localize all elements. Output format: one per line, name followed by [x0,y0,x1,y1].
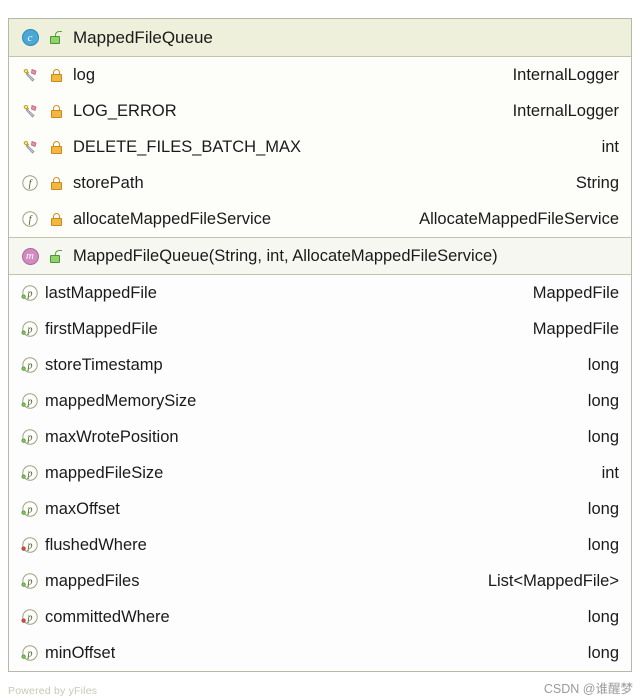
member-type: long [587,535,619,554]
lock-icon [45,212,67,226]
field-row-log-error[interactable]: LOG_ERROR InternalLogger [9,93,631,129]
member-type: List<MappedFile> [487,571,619,590]
method-badge-icon: m [19,247,41,265]
member-name: mappedMemorySize [45,391,197,410]
unlock-icon [45,249,67,263]
constructors-section: m MappedFileQueue(String, int, AllocateM… [9,238,631,275]
lock-icon [45,176,67,190]
field-icon: f [19,210,41,228]
member-type: String [575,173,619,192]
svg-text:p: p [27,433,33,444]
unlock-icon [45,31,67,44]
csdn-watermark: CSDN @谁醒梦 [543,682,633,696]
member-name: log [73,65,96,84]
member-name: storeTimestamp [45,355,163,374]
lock-icon [45,68,67,82]
property-icon: p [19,284,41,302]
lock-icon [45,104,67,118]
svg-text:p: p [27,649,33,660]
svg-text:p: p [27,289,33,300]
field-row-store-path[interactable]: f storePath String [9,165,631,201]
property-row-mapped-files[interactable]: p mappedFiles List<MappedFile> [9,563,631,599]
property-row-last-mapped-file[interactable]: p lastMappedFile MappedFile [9,275,631,311]
member-type: long [587,499,619,518]
field-row-log[interactable]: log InternalLogger [9,57,631,93]
uml-class-box: c MappedFileQueue log InternalLogger LOG… [8,18,632,672]
member-name: mappedFiles [45,571,140,590]
property-icon: p [19,392,41,410]
svg-text:p: p [27,397,33,408]
member-name: LOG_ERROR [73,101,177,120]
svg-text:p: p [27,361,33,372]
properties-section: p lastMappedFile MappedFile p firstMappe… [9,275,631,671]
member-name: mappedFileSize [45,463,164,482]
member-type: int [601,463,619,482]
member-type: int [601,137,619,156]
class-header-row[interactable]: c MappedFileQueue [9,19,631,57]
member-type: long [587,355,619,374]
member-name: DELETE_FILES_BATCH_MAX [73,137,302,156]
field-row-delete-files-batch-max[interactable]: DELETE_FILES_BATCH_MAX int [9,129,631,165]
field-row-allocate-mapped-file-service[interactable]: f allocateMappedFileService AllocateMapp… [9,201,631,237]
property-row-committed-where[interactable]: p committedWhere long [9,599,631,635]
member-name: firstMappedFile [45,319,158,338]
member-name: storePath [73,173,144,192]
member-type: MappedFile [532,283,619,302]
class-badge-icon: c [19,29,41,46]
member-type: InternalLogger [512,101,619,120]
property-icon: p [19,608,41,626]
member-type: AllocateMappedFileService [419,209,619,228]
member-name: lastMappedFile [45,283,157,302]
constructor-row[interactable]: m MappedFileQueue(String, int, AllocateM… [9,238,631,274]
svg-text:p: p [27,613,33,624]
member-name: maxWrotePosition [45,427,179,446]
svg-text:p: p [27,469,33,480]
property-row-min-offset[interactable]: p minOffset long [9,635,631,671]
lock-icon [45,140,67,154]
property-row-mapped-memory-size[interactable]: p mappedMemorySize long [9,383,631,419]
static-field-icon [19,102,41,120]
member-type: long [587,391,619,410]
property-icon: p [19,572,41,590]
property-row-max-offset[interactable]: p maxOffset long [9,491,631,527]
property-icon: p [19,500,41,518]
member-type: long [587,427,619,446]
property-icon: p [19,320,41,338]
property-icon: p [19,356,41,374]
property-icon: p [19,536,41,554]
member-type: long [587,607,619,626]
svg-text:p: p [27,577,33,588]
property-icon: p [19,464,41,482]
member-type: InternalLogger [512,65,619,84]
svg-text:p: p [27,505,33,516]
member-type: long [587,643,619,662]
member-type: MappedFile [532,319,619,338]
svg-text:p: p [27,325,33,336]
svg-text:p: p [27,541,33,552]
member-name: maxOffset [45,499,120,518]
static-field-icon [19,66,41,84]
property-row-mapped-file-size[interactable]: p mappedFileSize int [9,455,631,491]
class-name: MappedFileQueue [73,27,213,47]
member-name: allocateMappedFileService [73,209,272,228]
property-row-store-timestamp[interactable]: p storeTimestamp long [9,347,631,383]
property-row-first-mapped-file[interactable]: p firstMappedFile MappedFile [9,311,631,347]
member-name: flushedWhere [45,535,147,554]
field-icon: f [19,174,41,192]
property-icon: p [19,428,41,446]
yfiles-watermark: Powered by yFiles [8,685,98,697]
property-icon: p [19,644,41,662]
member-name: minOffset [45,643,116,662]
member-name: MappedFileQueue(String, int, AllocateMap… [73,246,498,265]
member-name: committedWhere [45,607,170,626]
property-row-flushed-where[interactable]: p flushedWhere long [9,527,631,563]
fields-section: log InternalLogger LOG_ERROR InternalLog… [9,57,631,238]
static-field-icon [19,138,41,156]
property-row-max-wrote-position[interactable]: p maxWrotePosition long [9,419,631,455]
